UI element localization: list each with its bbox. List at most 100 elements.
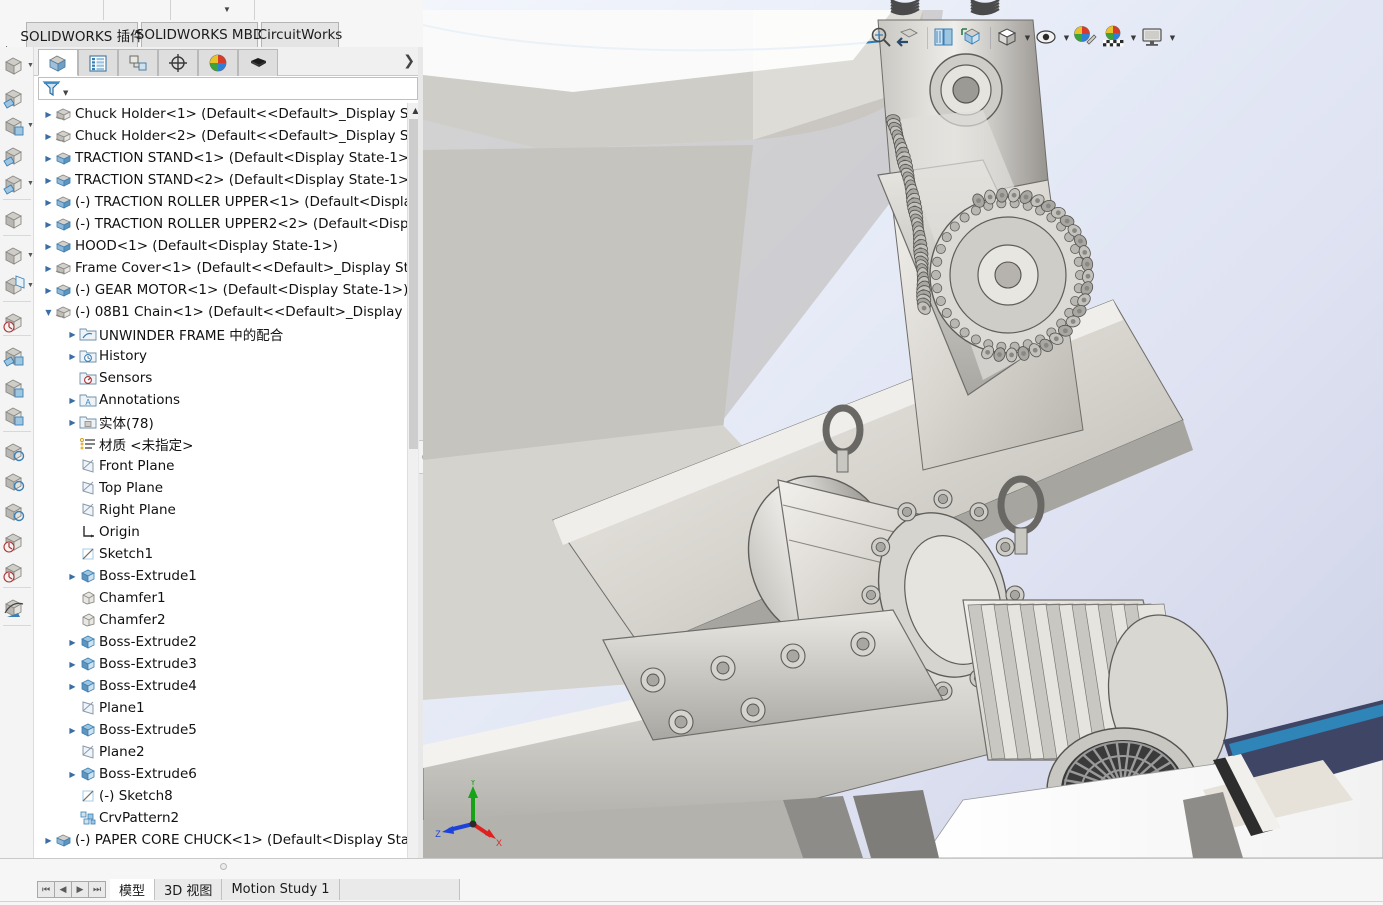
performance-evaluation-button[interactable] [2,559,26,583]
tree-item[interactable]: ▶ Front Plane [34,455,422,477]
tree-item[interactable]: ▶ Plane2 [34,741,422,763]
chevron-down-icon[interactable]: ▼ [1022,24,1033,52]
smart-fasteners-button[interactable] [2,143,26,167]
chevron-down-icon[interactable]: ▼ [27,282,34,289]
chevron-down-icon[interactable]: ▼ [27,180,34,187]
tree-item[interactable]: ▶ (-) PAPER CORE CHUCK<1> (Default<Displa… [34,829,422,851]
chevron-right-icon[interactable]: ❯ [403,53,415,69]
chevron-right-icon[interactable]: ▶ [66,638,79,647]
tree-item[interactable]: ▶ A Annotations [34,389,422,411]
feature-manager-collapse-dot[interactable] [220,863,227,870]
new-motion-study-button[interactable] [2,309,26,333]
tree-item[interactable]: ▶ Sketch1 [34,543,422,565]
apply-scene-button[interactable] [1100,24,1128,52]
motion-nav-button-3[interactable]: ⏭ [88,881,106,898]
tree-item[interactable]: ▶ Boss-Extrude2 [34,631,422,653]
interference-detection-button[interactable] [2,439,26,463]
chevron-right-icon[interactable]: ▶ [66,682,79,691]
chevron-right-icon[interactable]: ▶ [66,726,79,735]
feature-tree[interactable]: ▶ Chuck Holder<1> (Default<<Default>_Disp… [34,103,422,885]
move-component-button[interactable] [2,171,26,195]
dimxpert-manager-tab[interactable] [158,49,198,76]
show-hidden-components-button[interactable] [2,207,26,231]
filter-funnel-icon[interactable] [41,78,63,99]
tree-item[interactable]: ▶ Top Plane [34,477,422,499]
configuration-manager-tab[interactable] [118,49,158,76]
feature-tree-tab[interactable] [38,49,78,76]
chevron-right-icon[interactable]: ▶ [42,154,55,163]
linear-component-pattern-button[interactable] [2,113,26,137]
explode-line-sketch-button[interactable] [2,403,26,427]
tree-item[interactable]: ▶ CrvPattern2 [34,807,422,829]
document-tab-0[interactable]: 模型 [110,879,156,900]
chevron-right-icon[interactable]: ▶ [66,418,79,427]
edit-appearance-button[interactable] [1072,24,1100,52]
tree-item[interactable]: ▶ (-) TRACTION ROLLER UPPER<1> (Default<D… [34,191,422,213]
chevron-right-icon[interactable]: ▶ [66,660,79,669]
tree-item[interactable]: ▶ Chuck Holder<1> (Default<<Default>_Disp… [34,103,422,125]
tree-item[interactable]: ▼ (-) 08B1 Chain<1> (Default<<Default>_Di… [34,301,422,323]
chevron-down-icon[interactable]: ▼ [1167,24,1178,52]
command-tab-1[interactable]: SOLIDWORKS MBD [136,22,263,47]
chevron-down-icon[interactable]: ▼ [27,122,34,129]
tree-item[interactable]: ▶ HOOD<1> (Default<Display State-1>) [34,235,422,257]
motion-nav-button-0[interactable]: ⏮ [37,881,55,898]
hide-show-items-button[interactable] [1033,24,1061,52]
chevron-down-icon[interactable]: ▼ [42,308,55,317]
circuitworks-manager-tab[interactable] [238,49,278,76]
graphics-viewport[interactable]: ▼ ▼ ▼ ▼ Y X Z [423,0,1383,858]
chevron-right-icon[interactable]: ▶ [42,176,55,185]
tree-item[interactable]: ▶ Boss-Extrude4 [34,675,422,697]
clearance-verification-button[interactable] [2,469,26,493]
tree-item[interactable]: ▶ Origin [34,521,422,543]
chevron-right-icon[interactable]: ▶ [42,198,55,207]
chevron-right-icon[interactable]: ▶ [66,770,79,779]
tree-item[interactable]: ▶ UNWINDER FRAME 中的配合 [34,323,422,345]
tree-item[interactable]: ▶ Plane1 [34,697,422,719]
display-manager-tab[interactable] [198,49,238,76]
tree-item[interactable]: ▶ Right Plane [34,499,422,521]
assembly-features-button[interactable] [2,243,26,267]
chevron-down-icon[interactable]: ▼ [1128,24,1139,52]
chevron-right-icon[interactable]: ▶ [42,110,55,119]
ribbon-dropdown-caret[interactable]: ▼ [223,6,231,14]
chevron-down-icon[interactable]: ▼ [27,252,34,259]
tree-item[interactable]: ▶ Sensors [34,367,422,389]
tree-item[interactable]: ▶ (-) TRACTION ROLLER UPPER2<2> (Default<… [34,213,422,235]
curvature-display-button[interactable] [2,595,26,619]
tree-item[interactable]: ▶ Chamfer1 [34,587,422,609]
motion-nav-button-2[interactable]: ▶ [71,881,89,898]
tree-item[interactable]: ▶ (-) GEAR MOTOR<1> (Default<Display Stat… [34,279,422,301]
tree-item[interactable]: ▶ (-) Sketch8 [34,785,422,807]
measure-button[interactable] [2,529,26,553]
tree-item[interactable]: ▶ 材质 <未指定> [34,433,422,455]
display-style-button[interactable] [994,24,1022,52]
chevron-right-icon[interactable]: ▶ [66,572,79,581]
tree-item[interactable]: ▶ 实体(78) [34,411,422,433]
bill-of-materials-button[interactable] [2,343,26,367]
tree-item[interactable]: ▶ TRACTION STAND<2> (Default<Display Stat… [34,169,422,191]
hole-alignment-button[interactable] [2,499,26,523]
tree-item[interactable]: ▶ Boss-Extrude3 [34,653,422,675]
tree-item[interactable]: ▶ Frame Cover<1> (Default<<Default>_Displ… [34,257,422,279]
tree-item[interactable]: ▶ Boss-Extrude6 [34,763,422,785]
command-tab-2[interactable]: CircuitWorks [258,22,342,47]
heads-up-view-toolbar[interactable]: ▼ ▼ ▼ ▼ [423,18,1383,58]
chevron-right-icon[interactable]: ▶ [66,352,79,361]
tree-item[interactable]: ▶ Chuck Holder<2> (Default<<Default>_Disp… [34,125,422,147]
previous-view-button[interactable] [896,24,924,52]
document-tab-2[interactable]: Motion Study 1 [222,879,340,900]
tree-item[interactable]: ▶ History [34,345,422,367]
exploded-view-button[interactable] [2,375,26,399]
chevron-right-icon[interactable]: ▶ [42,220,55,229]
reference-geometry-button[interactable] [2,273,26,297]
property-manager-tab[interactable] [78,49,118,76]
filter-dropdown-caret[interactable]: ▼ [63,89,68,97]
chevron-right-icon[interactable]: ▶ [42,132,55,141]
command-tab-0[interactable]: SOLIDWORKS 插件 [20,22,144,47]
chevron-right-icon[interactable]: ▶ [42,242,55,251]
mate-button[interactable] [2,85,26,109]
chevron-right-icon[interactable]: ▶ [66,330,79,339]
view-settings-button[interactable] [1139,24,1167,52]
document-tab-1[interactable]: 3D 视图 [155,879,223,900]
